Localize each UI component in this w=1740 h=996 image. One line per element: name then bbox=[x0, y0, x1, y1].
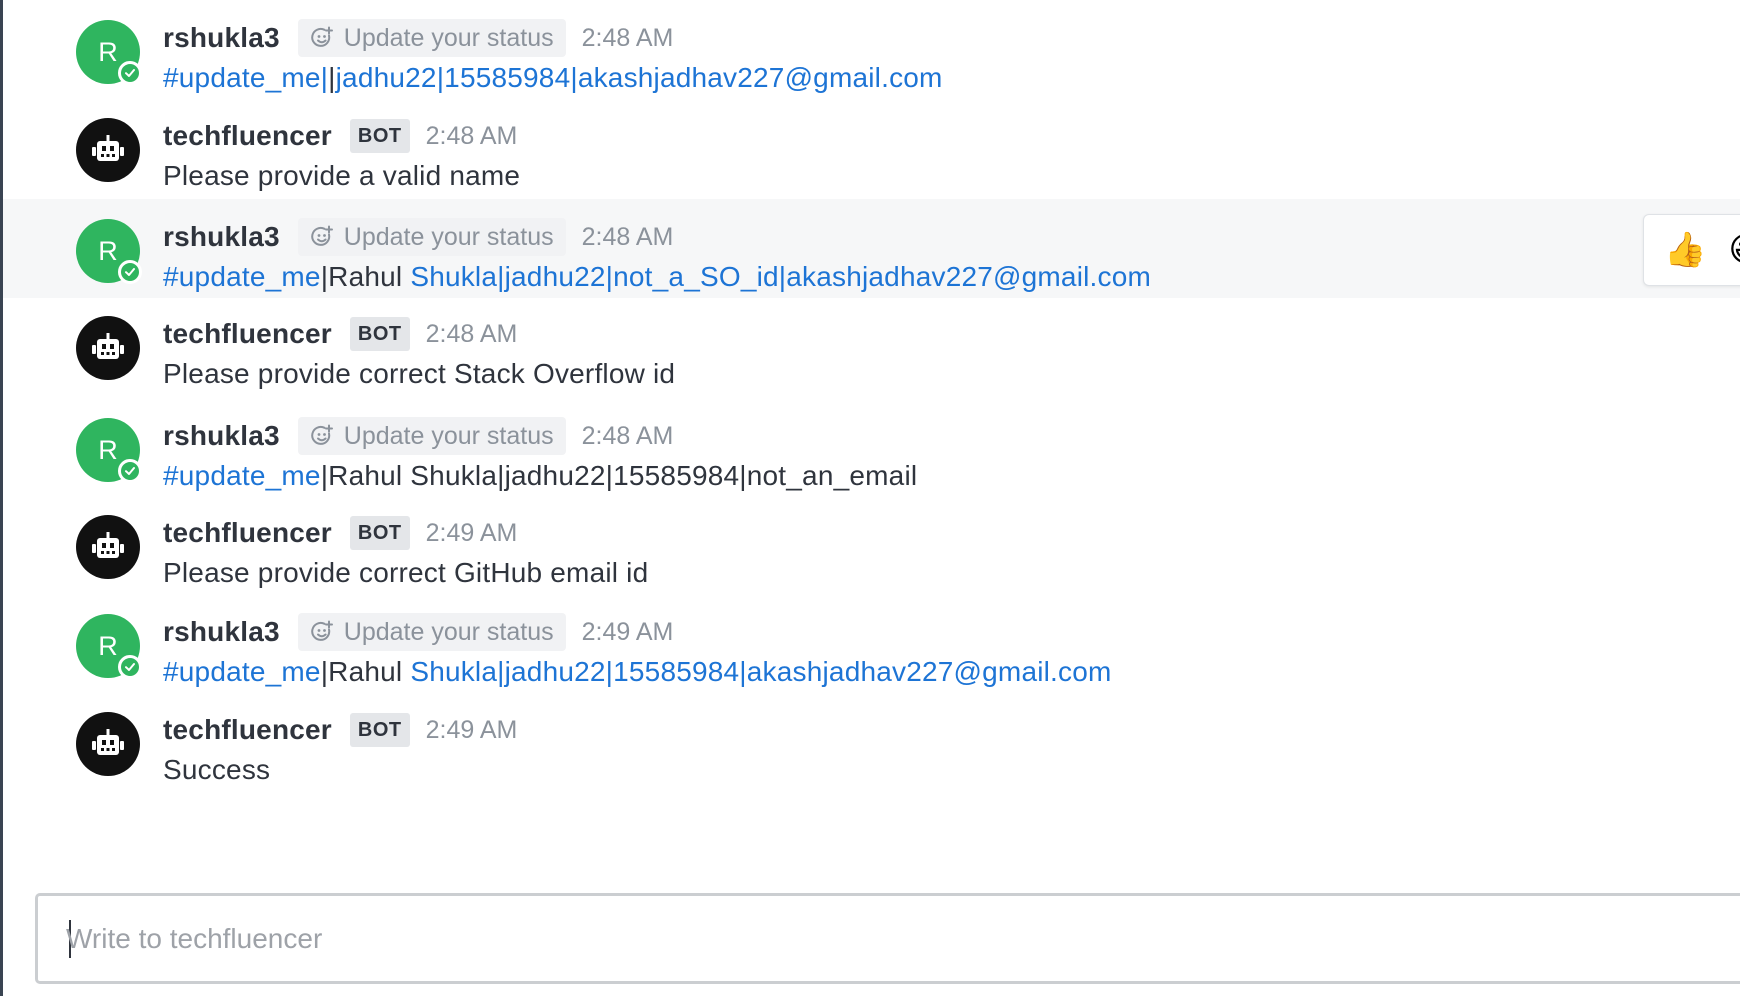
user-avatar[interactable]: R bbox=[76, 614, 142, 679]
bot-badge: BOT bbox=[349, 317, 410, 351]
user-avatar[interactable]: R bbox=[76, 418, 142, 483]
message-link[interactable]: #update_me bbox=[163, 261, 321, 292]
smiley-plus-icon bbox=[311, 225, 333, 246]
user-message[interactable]: Rrshukla3 Update your status 2:48 AM #updat… bbox=[3, 398, 1740, 498]
message-text: |Rahul Shukla|jadhu22|15585984|not_an_em… bbox=[320, 460, 918, 491]
message-header: rshukla3 Update your status 2:48 AM bbox=[163, 18, 673, 58]
message-body: #update_me|Rahul Shukla|jadhu22|not_a_SO… bbox=[163, 261, 1151, 293]
message-text: |Rahul bbox=[320, 656, 411, 687]
message-timestamp[interactable]: 2:48 AM bbox=[582, 422, 674, 451]
status-label: Update your status bbox=[343, 222, 554, 251]
smiley-plus-icon bbox=[311, 26, 333, 47]
username[interactable]: techfluencer bbox=[163, 714, 332, 746]
avatar-initial: R bbox=[98, 36, 118, 67]
bot-badge: BOT bbox=[349, 119, 410, 153]
message-text: | bbox=[328, 62, 336, 93]
message-body: Success bbox=[163, 754, 270, 786]
username[interactable]: techfluencer bbox=[163, 517, 332, 549]
message-link[interactable]: Shukla|jadhu22|not_a_SO_id|akashjadhav22… bbox=[410, 261, 1151, 292]
user-avatar[interactable]: R bbox=[76, 219, 142, 284]
message-link[interactable]: #update_me bbox=[163, 656, 321, 687]
avatar-initial: R bbox=[98, 630, 118, 661]
user-message[interactable]: Rrshukla3 Update your status 2:48 AM #updat… bbox=[3, 0, 1740, 100]
bot-message[interactable]: techfluencer BOT 2:49 AM Success bbox=[3, 692, 1740, 792]
user-avatar[interactable]: R bbox=[76, 20, 142, 85]
username[interactable]: techfluencer bbox=[163, 318, 332, 350]
message-body: Please provide correct Stack Overflow id bbox=[163, 358, 675, 390]
message-body: Please provide a valid name bbox=[163, 160, 520, 192]
bot-badge: BOT bbox=[349, 516, 410, 550]
bot-avatar[interactable] bbox=[76, 712, 140, 776]
avatar-initial: R bbox=[98, 434, 118, 465]
thumbs-up-reaction-icon[interactable]: 👍 bbox=[1664, 233, 1706, 267]
bot-message[interactable]: techfluencer BOT 2:48 AM Please provide a v… bbox=[3, 98, 1740, 198]
message-text: Please provide a valid name bbox=[163, 160, 521, 191]
user-message[interactable]: Rrshukla3 Update your status 2:49 AM #updat… bbox=[3, 594, 1740, 694]
robot-icon bbox=[92, 333, 124, 359]
bot-avatar[interactable] bbox=[76, 316, 140, 380]
username[interactable]: rshukla3 bbox=[163, 616, 280, 648]
message-header: techfluencer BOT 2:49 AM bbox=[163, 513, 517, 553]
bot-avatar[interactable] bbox=[76, 118, 140, 182]
message-body: #update_me||jadhu22|15585984|akashjadhav… bbox=[163, 62, 943, 94]
message-timestamp[interactable]: 2:48 AM bbox=[426, 320, 518, 349]
message-timestamp[interactable]: 2:49 AM bbox=[426, 716, 518, 745]
message-timestamp[interactable]: 2:48 AM bbox=[582, 24, 674, 53]
message-link[interactable]: #update_me| bbox=[163, 62, 328, 93]
username[interactable]: rshukla3 bbox=[163, 22, 280, 54]
message-timestamp[interactable]: 2:48 AM bbox=[426, 122, 518, 151]
username[interactable]: techfluencer bbox=[163, 120, 332, 152]
robot-icon bbox=[92, 135, 124, 161]
reaction-toolbar: 👍😀 bbox=[1643, 214, 1740, 286]
robot-icon bbox=[92, 729, 124, 755]
message-input[interactable] bbox=[66, 896, 1666, 981]
message-timestamp[interactable]: 2:49 AM bbox=[582, 618, 674, 647]
online-check-icon bbox=[118, 459, 142, 483]
message-header: techfluencer BOT 2:49 AM bbox=[163, 710, 517, 750]
bot-message[interactable]: techfluencer BOT 2:48 AM Please provide cor… bbox=[3, 296, 1740, 396]
avatar-initial: R bbox=[98, 235, 118, 266]
message-header: rshukla3 Update your status 2:48 AM bbox=[163, 416, 673, 456]
smile-reaction-icon[interactable]: 😀 bbox=[1728, 233, 1740, 267]
bot-message[interactable]: techfluencer BOT 2:49 AM Please provide cor… bbox=[3, 495, 1740, 595]
message-header: techfluencer BOT 2:48 AM bbox=[163, 314, 517, 354]
online-check-icon bbox=[118, 655, 142, 679]
username[interactable]: rshukla3 bbox=[163, 420, 280, 452]
smiley-plus-icon bbox=[311, 424, 333, 445]
online-check-icon bbox=[118, 61, 142, 85]
message-text: Please provide correct GitHub email id bbox=[163, 557, 649, 588]
user-message[interactable]: Rrshukla3 Update your status 2:48 AM #updat… bbox=[3, 199, 1740, 298]
message-timestamp[interactable]: 2:49 AM bbox=[426, 519, 518, 548]
username[interactable]: rshukla3 bbox=[163, 221, 280, 253]
message-body: Please provide correct GitHub email id bbox=[163, 557, 648, 589]
status-label: Update your status bbox=[343, 617, 554, 646]
message-body: #update_me|Rahul Shukla|jadhu22|15585984… bbox=[163, 460, 917, 492]
bot-badge: BOT bbox=[349, 713, 410, 747]
message-body: #update_me|Rahul Shukla|jadhu22|15585984… bbox=[163, 656, 1112, 688]
update-status-button[interactable]: Update your status bbox=[297, 613, 566, 651]
online-check-icon bbox=[118, 260, 142, 284]
update-status-button[interactable]: Update your status bbox=[297, 19, 566, 57]
update-status-button[interactable]: Update your status bbox=[297, 417, 566, 455]
message-timestamp[interactable]: 2:48 AM bbox=[582, 223, 674, 252]
bot-avatar[interactable] bbox=[76, 515, 140, 579]
message-link[interactable]: jadhu22|15585984|akashjadhav227@gmail.co… bbox=[336, 62, 943, 93]
chat-window: Rrshukla3 Update your status 2:48 AM #updat… bbox=[0, 0, 1740, 996]
message-text: |Rahul bbox=[320, 261, 411, 292]
message-composer[interactable] bbox=[35, 893, 1740, 984]
message-header: rshukla3 Update your status 2:48 AM bbox=[163, 217, 673, 257]
status-label: Update your status bbox=[343, 23, 554, 52]
message-text: Success bbox=[163, 754, 271, 785]
robot-icon bbox=[92, 532, 124, 558]
message-header: rshukla3 Update your status 2:49 AM bbox=[163, 612, 673, 652]
status-label: Update your status bbox=[343, 421, 554, 450]
update-status-button[interactable]: Update your status bbox=[297, 218, 566, 256]
message-link[interactable]: Shukla|jadhu22|15585984|akashjadhav227@g… bbox=[410, 656, 1111, 687]
message-link[interactable]: #update_me bbox=[163, 460, 321, 491]
message-text: Please provide correct Stack Overflow id bbox=[163, 358, 676, 389]
smiley-plus-icon bbox=[311, 620, 333, 641]
message-header: techfluencer BOT 2:48 AM bbox=[163, 116, 517, 156]
